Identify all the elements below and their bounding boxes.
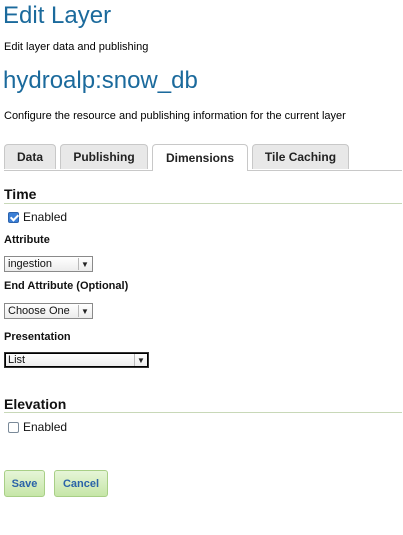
time-enabled-checkbox[interactable] — [8, 211, 19, 223]
elevation-enabled-checkbox[interactable] — [8, 421, 19, 433]
elevation-enabled-label: Enabled — [23, 420, 68, 434]
layer-name: hydroalp:snow_db — [3, 67, 198, 94]
attribute-select[interactable]: ingestion ▼ — [4, 256, 93, 272]
end-attribute-label: End Attribute (Optional) — [4, 280, 129, 292]
layer-description: Configure the resource and publishing in… — [4, 110, 346, 122]
chevron-down-icon: ▼ — [134, 354, 147, 366]
chevron-down-icon: ▼ — [78, 305, 91, 317]
cancel-button[interactable]: Cancel — [54, 470, 108, 497]
chevron-down-icon: ▼ — [78, 258, 91, 270]
attribute-label: Attribute — [4, 234, 50, 246]
elevation-section-divider — [4, 412, 402, 413]
presentation-select[interactable]: List ▼ — [4, 352, 149, 368]
end-attribute-select-value: Choose One — [8, 305, 70, 317]
tab-publishing[interactable]: Publishing — [60, 144, 148, 169]
time-section-divider — [4, 203, 402, 204]
time-section-title: Time — [4, 186, 37, 202]
elevation-section-title: Elevation — [4, 396, 67, 412]
tab-tile-caching[interactable]: Tile Caching — [252, 144, 349, 169]
tab-bar: Data Publishing Dimensions Tile Caching — [4, 144, 402, 171]
page-subtitle: Edit layer data and publishing — [4, 41, 149, 53]
end-attribute-select[interactable]: Choose One ▼ — [4, 303, 93, 319]
attribute-select-value: ingestion — [8, 258, 53, 270]
tab-dimensions[interactable]: Dimensions — [152, 144, 248, 171]
presentation-select-value: List — [8, 354, 26, 366]
elevation-enabled-row: Enabled — [8, 420, 67, 434]
time-enabled-label: Enabled — [23, 210, 68, 224]
tab-data[interactable]: Data — [4, 144, 56, 169]
time-enabled-row: Enabled — [8, 210, 67, 224]
save-button[interactable]: Save — [4, 470, 45, 497]
presentation-label: Presentation — [4, 331, 71, 343]
page-title: Edit Layer — [3, 2, 112, 29]
